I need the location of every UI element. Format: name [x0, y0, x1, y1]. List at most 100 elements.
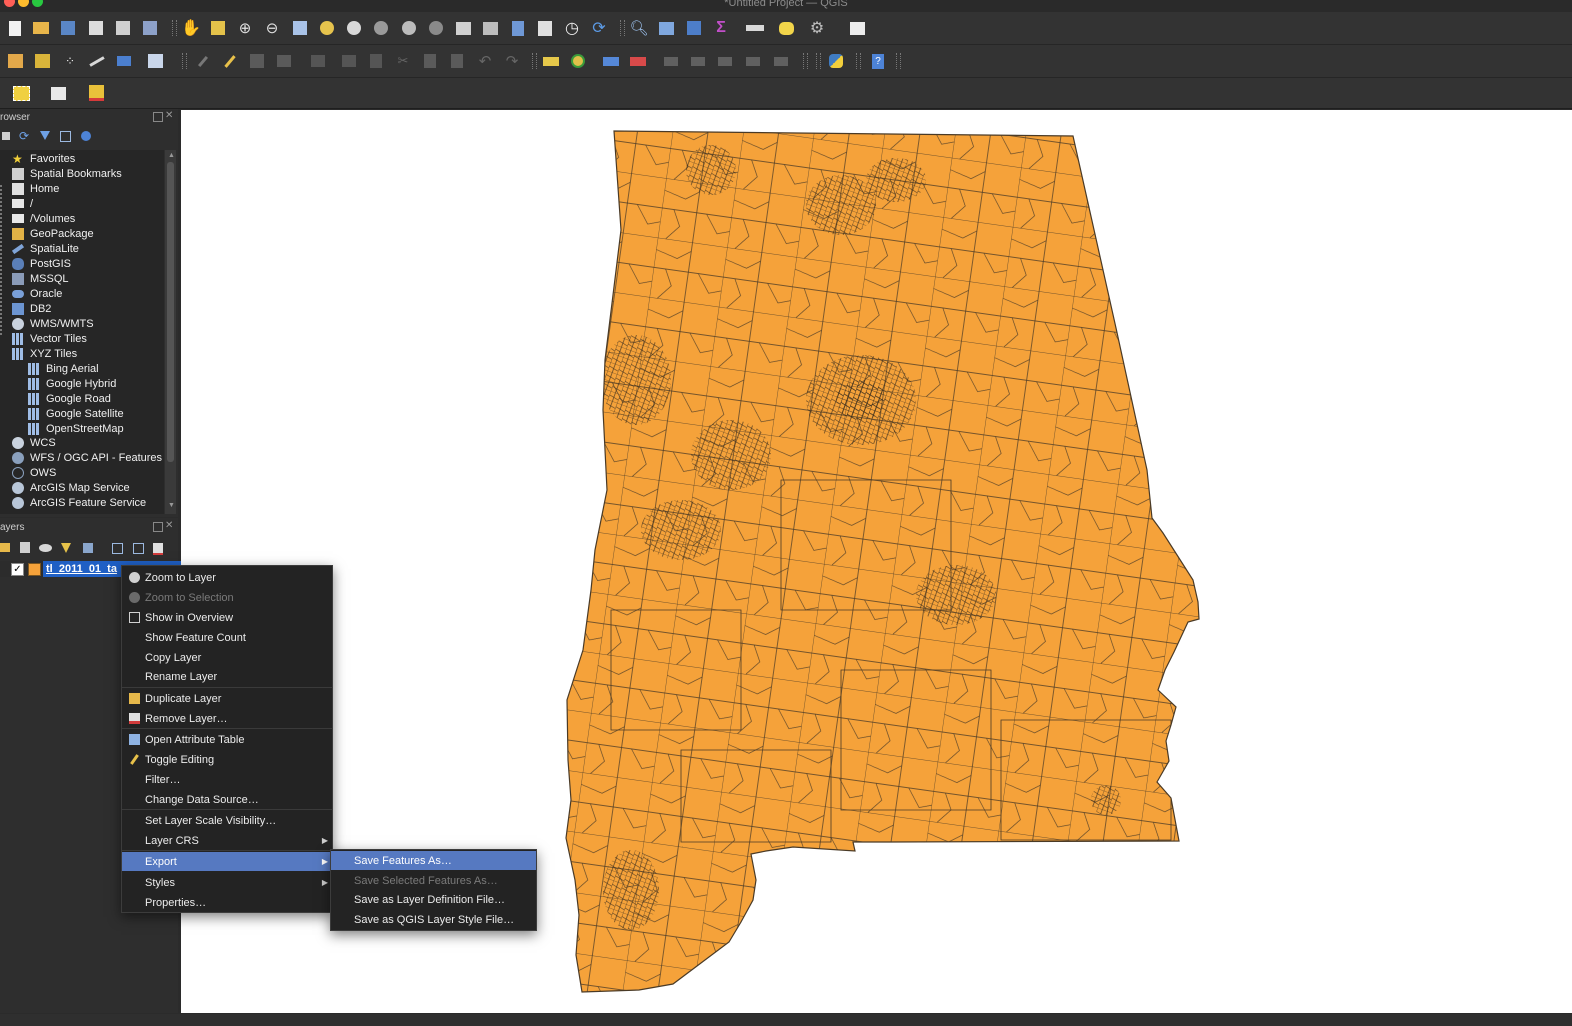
properties-info-icon[interactable] — [81, 131, 91, 141]
browser-item-home[interactable]: Home — [12, 181, 59, 196]
menu-item-remove-layer[interactable]: Remove Layer… — [122, 709, 332, 728]
select-by-value-icon[interactable] — [42, 83, 74, 103]
browser-item-geopackage[interactable]: GeoPackage — [12, 226, 94, 241]
new-project-icon[interactable] — [5, 18, 25, 38]
browser-item-vector-tiles[interactable]: Vector Tiles — [12, 331, 87, 346]
zoom-next-icon[interactable] — [426, 18, 446, 38]
open-project-icon[interactable] — [31, 18, 51, 38]
save-layer-edits-icon[interactable] — [247, 51, 267, 71]
rotate-label-icon[interactable] — [743, 51, 763, 71]
menu-item-zoom-to-selection[interactable]: Zoom to Selection — [122, 588, 332, 607]
layout-manager-icon[interactable] — [113, 18, 133, 38]
save-project-icon[interactable] — [58, 18, 78, 38]
filter-browser-icon[interactable] — [40, 131, 50, 140]
vertex-tool-icon[interactable] — [304, 51, 332, 71]
browser-item-bing-aerial[interactable]: Bing Aerial — [28, 361, 99, 376]
menu-item-open-attribute-table[interactable]: Open Attribute Table — [122, 730, 332, 749]
deselect-features-icon[interactable] — [80, 83, 112, 103]
menu-item-rename-layer[interactable]: Rename Layer — [122, 667, 332, 686]
virtual-layer-icon[interactable] — [145, 51, 165, 71]
map-tips-icon[interactable] — [776, 18, 796, 38]
undo-icon[interactable]: ↶ — [475, 51, 495, 71]
panel-close-icon[interactable]: ✕ — [165, 520, 173, 531]
new-spatial-bookmark-icon[interactable] — [508, 18, 528, 38]
new-3d-map-view-icon[interactable] — [480, 18, 500, 38]
pan-to-selection-icon[interactable] — [208, 18, 228, 38]
browser-item-favorites[interactable]: ★ Favorites — [12, 151, 75, 166]
browser-item-root[interactable]: / — [12, 196, 33, 211]
zoom-last-icon[interactable] — [399, 18, 419, 38]
temporal-controller-icon[interactable]: ◷ — [562, 18, 582, 38]
browser-item-ows[interactable]: OWS — [12, 465, 56, 480]
statistical-summary-icon[interactable]: Σ — [711, 18, 731, 38]
digitize-point-icon[interactable]: ⁘ — [60, 51, 80, 71]
menu-item-show-feature-count[interactable]: Show Feature Count — [122, 628, 332, 647]
copy-features-icon[interactable] — [420, 51, 440, 71]
layer-visibility-checkbox[interactable]: ✓ — [11, 563, 24, 576]
collapse-all-icon[interactable] — [133, 543, 144, 554]
current-edits-icon[interactable] — [193, 51, 213, 71]
highlight-pinned-labels-icon[interactable] — [601, 51, 621, 71]
toggle-label-display-icon[interactable] — [628, 51, 648, 71]
browser-item-google-road[interactable]: Google Road — [28, 391, 111, 406]
diagram-options-icon[interactable] — [568, 51, 588, 71]
browser-item-postgis[interactable]: PostGIS — [12, 256, 71, 271]
browser-item-google-satellite[interactable]: Google Satellite — [28, 406, 124, 421]
decorations-icon[interactable]: ⚙ — [803, 18, 831, 38]
menu-item-show-in-overview[interactable]: Show in Overview — [122, 608, 332, 627]
browser-item-volumes[interactable]: /Volumes — [12, 211, 75, 226]
field-calculator-icon[interactable] — [684, 18, 704, 38]
browser-item-db2[interactable]: DB2 — [12, 301, 51, 316]
menu-item-save-qgis-layer-style-file[interactable]: Save as QGIS Layer Style File… — [331, 910, 536, 929]
collapse-all-icon[interactable] — [60, 131, 71, 142]
browser-item-xyz-tiles[interactable]: XYZ Tiles — [12, 346, 77, 361]
toggle-editing-icon[interactable] — [220, 51, 240, 71]
data-source-manager-icon[interactable] — [5, 51, 25, 71]
new-print-layout-icon[interactable] — [86, 18, 106, 38]
add-group-icon[interactable] — [20, 542, 30, 553]
browser-item-google-hybrid[interactable]: Google Hybrid — [28, 376, 116, 391]
zoom-to-selection-icon[interactable] — [317, 18, 337, 38]
digitize-line-icon[interactable] — [87, 51, 107, 71]
menu-item-set-layer-scale-visibility[interactable]: Set Layer Scale Visibility… — [122, 811, 332, 830]
style-manager-icon[interactable] — [140, 18, 160, 38]
new-geopackage-layer-icon[interactable] — [32, 51, 52, 71]
filter-legend-icon[interactable] — [61, 543, 71, 553]
zoom-to-layer-icon[interactable] — [344, 18, 364, 38]
filter-by-expression-icon[interactable] — [83, 543, 93, 553]
annotation-tools-icon[interactable] — [842, 18, 872, 38]
redo-icon[interactable]: ↷ — [502, 51, 522, 71]
identify-features-icon[interactable]: 🔍︎ — [629, 18, 649, 38]
browser-item-arcgis-map-service[interactable]: ArcGIS Map Service — [12, 480, 130, 495]
modify-attributes-icon[interactable] — [339, 51, 359, 71]
move-label-icon[interactable] — [715, 51, 735, 71]
show-hide-labels-icon[interactable] — [688, 51, 708, 71]
zoom-out-icon[interactable]: ⊖ — [262, 18, 282, 38]
add-selected-layers-icon[interactable] — [2, 132, 10, 140]
add-feature-icon[interactable] — [274, 51, 294, 71]
menu-item-toggle-editing[interactable]: Toggle Editing — [122, 750, 332, 769]
menu-item-save-features-as[interactable]: Save Features As… — [331, 851, 536, 870]
browser-tree[interactable]: ★ Favorites Spatial Bookmarks Home / /Vol… — [0, 150, 164, 514]
panel-float-icon[interactable] — [153, 522, 163, 532]
refresh-icon[interactable]: ⟳ — [589, 18, 609, 38]
zoom-native-icon[interactable] — [371, 18, 391, 38]
panel-close-icon[interactable]: ✕ — [165, 110, 173, 121]
menu-item-zoom-to-layer[interactable]: Zoom to Layer — [122, 568, 332, 587]
menu-item-copy-layer[interactable]: Copy Layer — [122, 648, 332, 667]
zoom-full-icon[interactable] — [290, 18, 310, 38]
browser-item-spatialite[interactable]: SpatiaLite — [11, 241, 79, 256]
browser-scrollbar[interactable]: ▲ ▼ — [165, 150, 176, 514]
python-console-icon[interactable] — [826, 51, 846, 71]
browser-item-wcs[interactable]: WCS — [12, 435, 56, 450]
show-bookmarks-icon[interactable] — [535, 18, 555, 38]
attribute-table-icon[interactable] — [656, 18, 676, 38]
menu-item-layer-crs[interactable]: Layer CRS ▶ — [122, 831, 332, 850]
browser-item-spatial-bookmarks[interactable]: Spatial Bookmarks — [12, 166, 122, 181]
expand-all-icon[interactable] — [112, 543, 123, 554]
new-map-view-icon[interactable] — [453, 18, 473, 38]
browser-item-openstreetmap[interactable]: OpenStreetMap — [28, 421, 124, 436]
refresh-browser-icon[interactable]: ⟳ — [19, 129, 29, 143]
menu-item-filter[interactable]: Filter… — [122, 770, 332, 789]
paste-features-icon[interactable] — [447, 51, 467, 71]
